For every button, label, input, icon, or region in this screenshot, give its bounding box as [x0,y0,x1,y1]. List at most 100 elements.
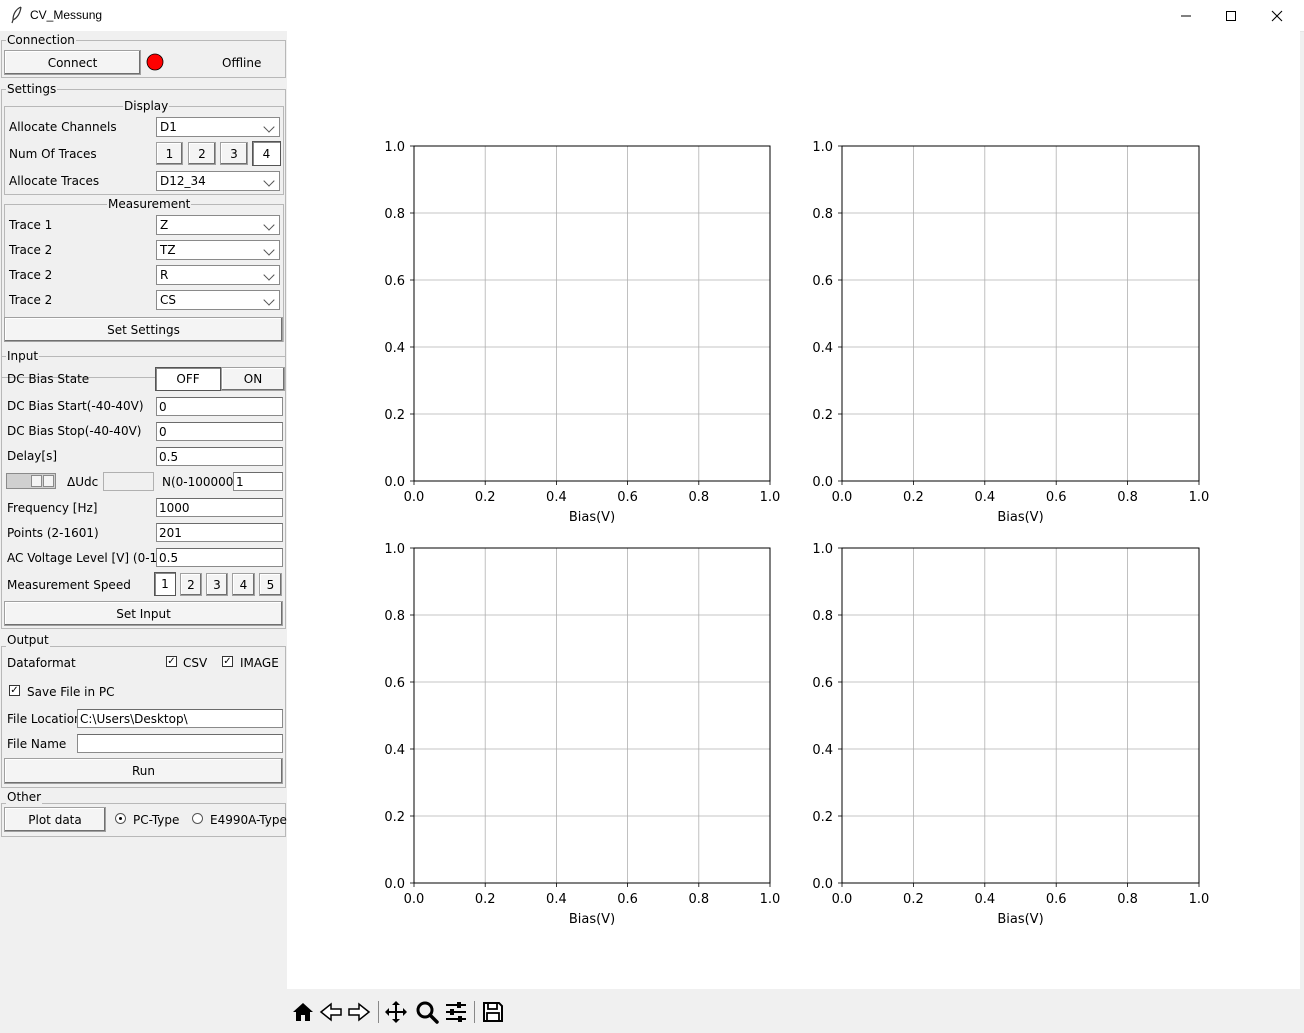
num-traces-option-4[interactable]: 4 [252,141,281,166]
x-tick-label: 0.6 [617,490,638,505]
pan-icon [385,1001,407,1023]
dc-bias-stop-label: DC Bias Stop(-40-40V) [7,424,142,438]
e4990a-type-radio[interactable] [192,813,203,824]
dc-bias-off-button[interactable]: OFF [155,367,221,391]
x-axis-label: Bias(V) [997,912,1043,927]
x-tick-label: 1.0 [760,490,781,505]
trace-4-select[interactable]: CS [156,290,280,310]
x-tick-label: 0.8 [1117,490,1138,505]
plot-canvas[interactable]: 0.0 0.2 0.4 0.6 0.8 1.0 0.0 0.2 0.4 0.6 0.8 1.0 Bias… [287,31,1300,989]
trace-4-label: Trace 2 [9,293,53,307]
points-label: Points (2-1601) [7,526,99,540]
run-button[interactable]: Run [4,758,283,784]
file-name-label: File Name [7,737,67,751]
chevron-down-icon [263,294,275,306]
speed-option-4[interactable]: 4 [232,573,255,596]
set-input-button[interactable]: Set Input [4,601,283,626]
plot-toolbar [287,989,1300,1033]
speed-option-1[interactable]: 1 [154,572,176,596]
ac-level-input[interactable]: 0.5 [156,548,283,567]
save-icon [483,1002,503,1022]
delta-udc-input[interactable] [103,472,154,491]
x-tick-label: 0.2 [475,892,496,907]
plot-data-button[interactable]: Plot data [4,807,106,832]
x-tick-label: 0.0 [404,490,425,505]
set-settings-button[interactable]: Set Settings [4,317,283,342]
delay-input[interactable]: 0.5 [156,447,283,466]
y-tick-label: 0.6 [384,274,405,289]
dc-bias-start-input[interactable]: 0 [156,397,283,416]
dc-bias-stop-input[interactable]: 0 [156,422,283,441]
num-traces-option-3[interactable]: 3 [220,142,248,165]
settings-frame-title: Settings [6,82,58,96]
num-traces-label: Num Of Traces [9,147,97,161]
window-title: CV_Messung [30,8,103,22]
trace-2-value: TZ [160,243,176,257]
image-label: IMAGE [240,656,279,670]
x-tick-label: 0.8 [688,490,709,505]
file-name-input[interactable] [77,734,283,753]
output-frame-title: Output [6,633,50,647]
dc-bias-on-button[interactable]: ON [221,367,285,391]
save-file-label: Save File in PC [27,685,115,699]
input-frame-title: Input [6,349,40,363]
speed-option-3[interactable]: 3 [206,573,228,596]
minimize-button[interactable] [1163,0,1209,31]
x-tick-label: 0.6 [1046,892,1067,907]
home-button[interactable] [290,999,316,1025]
axes-frame [413,547,771,884]
n-input[interactable]: 1 [233,472,283,491]
configure-subplots-button[interactable] [443,999,469,1025]
x-tick-label: 0.0 [832,892,853,907]
close-button[interactable] [1254,0,1300,31]
delta-udc-toggle[interactable] [6,473,56,489]
forward-button[interactable] [346,999,372,1025]
dataformat-label: Dataformat [7,656,76,670]
y-tick-label: 0.8 [384,207,405,222]
allocate-traces-select[interactable]: D12_34 [156,171,280,191]
trace-3-select[interactable]: R [156,265,280,285]
y-tick-label: 0.0 [384,877,405,892]
n-label: N(0-100000) [162,475,239,489]
y-tick-label: 0.6 [812,274,833,289]
x-tick-label: 1.0 [760,892,781,907]
x-tick-label: 1.0 [1189,892,1210,907]
pan-button[interactable] [383,999,409,1025]
file-location-input[interactable]: C:\Users\Desktop\ [77,709,283,728]
allocate-channels-select[interactable]: D1 [156,117,280,137]
y-tick-label: 0.2 [384,810,405,825]
trace-1-select[interactable]: Z [156,215,280,235]
x-tick-label: 0.6 [617,892,638,907]
y-tick-label: 0.0 [384,475,405,490]
frequency-label: Frequency [Hz] [7,501,98,515]
zoom-button[interactable] [414,999,440,1025]
y-tick-label: 0.2 [384,408,405,423]
speed-option-2[interactable]: 2 [180,573,202,596]
csv-checkbox[interactable]: ✓ [166,656,177,667]
back-button[interactable] [318,999,344,1025]
y-tick-label: 0.8 [812,609,833,624]
maximize-button[interactable] [1208,0,1254,31]
image-checkbox[interactable]: ✓ [222,656,233,667]
connect-button[interactable]: Connect [4,50,141,75]
save-file-checkbox[interactable]: ✓ [9,685,20,696]
control-panel: Connection Connect Offline Settings Disp… [0,31,287,1033]
other-frame-title: Other [6,790,43,804]
frequency-input[interactable]: 1000 [156,498,283,517]
x-tick-label: 0.2 [903,892,924,907]
num-traces-option-1[interactable]: 1 [156,142,183,165]
axes-frame [841,547,1200,884]
trace-2-select[interactable]: TZ [156,240,280,260]
e4990a-type-label: E4990A-Type [210,813,287,827]
points-input[interactable]: 201 [156,523,283,542]
save-figure-button[interactable] [480,999,506,1025]
x-tick-label: 0.4 [546,490,567,505]
x-tick-label: 0.0 [404,892,425,907]
x-tick-label: 1.0 [1189,490,1210,505]
zoom-icon [416,1001,439,1024]
num-traces-option-2[interactable]: 2 [188,142,216,165]
speed-option-5[interactable]: 5 [259,573,282,596]
dc-bias-start-label: DC Bias Start(-40-40V) [7,399,144,413]
pc-type-radio[interactable] [115,813,126,824]
back-arrow-icon [319,1002,342,1022]
